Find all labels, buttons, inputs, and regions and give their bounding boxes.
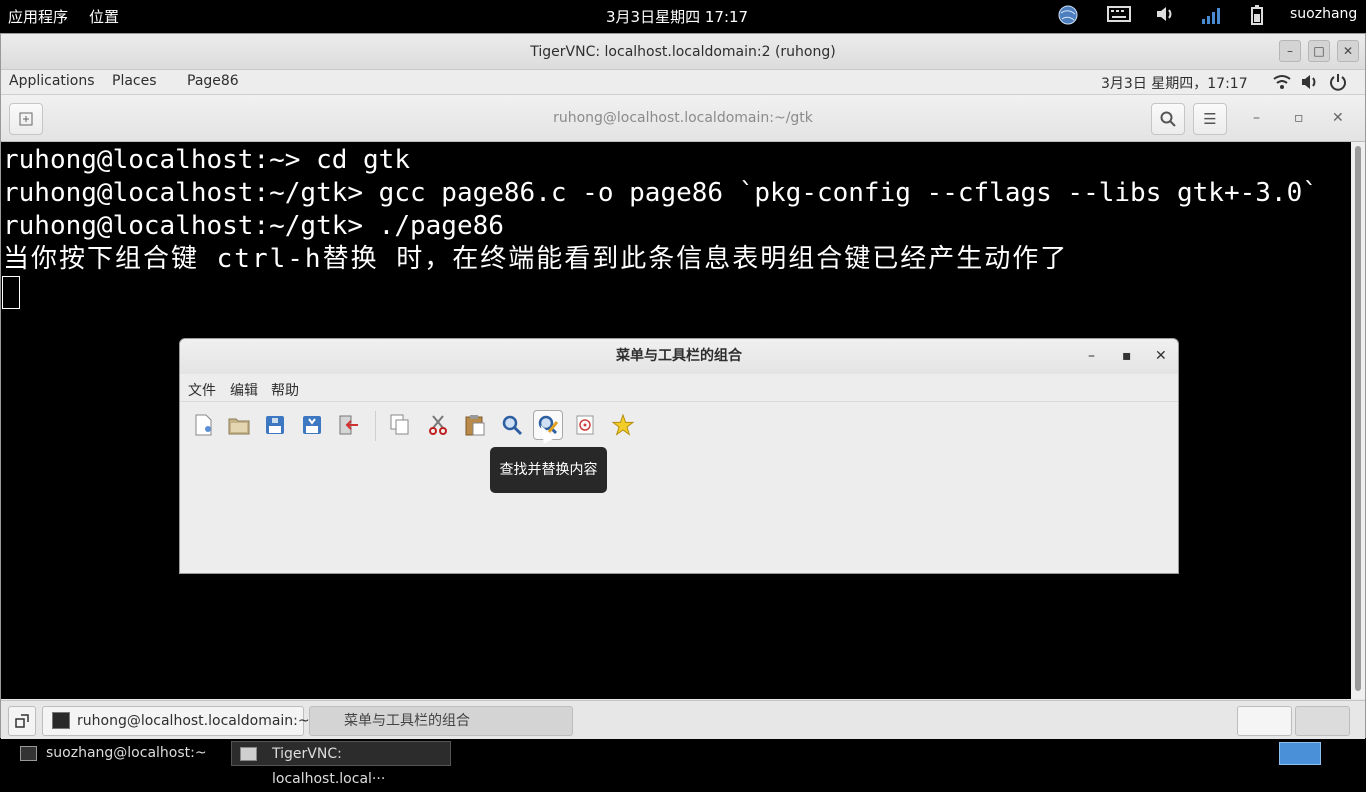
quit-icon[interactable] [334, 410, 364, 440]
vnc-title: TigerVNC: localhost.localdomain:2 (ruhon… [530, 44, 836, 60]
menu-file[interactable]: 文件 [188, 380, 216, 400]
search-icon[interactable] [1151, 103, 1185, 135]
save-icon[interactable] [260, 410, 290, 440]
terminal-maximize-button[interactable]: ▫ [1294, 110, 1304, 126]
host-top-bar: 应用程序 位置 3月3日星期四 17:17 suozhang [0, 0, 1366, 31]
select-all-icon[interactable] [570, 410, 600, 440]
menu-edit[interactable]: 编辑 [230, 380, 258, 400]
taskbar-app-item[interactable]: 菜单与工具栏的组合 [309, 706, 573, 736]
terminal-scrollbar[interactable] [1351, 142, 1365, 699]
about-star-icon[interactable] [608, 410, 638, 440]
app-maximize-button[interactable]: ▪ [1122, 339, 1132, 374]
app-toolbar [180, 405, 1178, 445]
volume-icon[interactable] [1155, 5, 1177, 25]
signal-strength-icon[interactable] [1201, 5, 1223, 25]
taskbar-terminal-label: ruhong@localhost.localdomain:~/... [77, 713, 328, 729]
keyboard-icon[interactable] [1107, 5, 1131, 25]
host-user-menu[interactable]: suozhang [1290, 6, 1357, 22]
app-titlebar[interactable]: 菜单与工具栏的组合 – ▪ ✕ [180, 339, 1178, 374]
terminal-line: ruhong@localhost:~/gtk> gcc page86.c -o … [3, 178, 1318, 208]
globe-icon[interactable] [1058, 5, 1080, 25]
cut-icon[interactable] [423, 410, 453, 440]
show-desktop-button[interactable] [8, 706, 36, 736]
taskbar-app-label: 菜单与工具栏的组合 [344, 713, 470, 729]
terminal-icon [52, 712, 70, 729]
app-minimize-button[interactable]: – [1088, 339, 1095, 374]
taskbar-terminal-item[interactable]: ruhong@localhost.localdomain:~/... [42, 706, 328, 736]
host-taskbar-terminal-label: suozhang@localhost:~ [46, 745, 207, 761]
terminal-icon [20, 746, 37, 761]
toolbar-separator [375, 411, 376, 441]
terminal-line: 当你按下组合键 ctrl-h替换 时，在终端能看到此条信息表明组合键已经产生动作… [3, 244, 1069, 274]
app-window: 菜单与工具栏的组合 – ▪ ✕ 文件 编辑 帮助 [179, 338, 1179, 574]
window-icon [240, 747, 257, 761]
host-clock[interactable]: 3月3日星期四 17:17 [606, 6, 748, 27]
wifi-icon[interactable] [1273, 74, 1291, 94]
workspace-2[interactable] [1295, 706, 1350, 736]
app-close-button[interactable]: ✕ [1155, 339, 1167, 374]
menu-help[interactable]: 帮助 [271, 380, 299, 400]
host-applications-menu[interactable]: 应用程序 [8, 6, 68, 27]
terminal-header-bar: ruhong@localhost.localdomain:~/gtk ☰ – ▫… [1, 95, 1365, 142]
guest-places-menu[interactable]: Places [112, 73, 157, 89]
hamburger-menu-icon[interactable]: ☰ [1193, 103, 1227, 135]
workspace-1[interactable] [1237, 706, 1292, 736]
vnc-close-button[interactable]: ✕ [1337, 40, 1359, 62]
open-folder-icon[interactable] [224, 410, 254, 440]
guest-top-panel: Applications Places Page86 3月3日 星期四，17:1… [1, 70, 1365, 95]
battery-icon[interactable] [1250, 5, 1272, 25]
vnc-minimize-button[interactable]: – [1279, 40, 1301, 62]
terminal-line: ruhong@localhost:~/gtk> ./page86 [3, 211, 504, 241]
host-workspace-switcher[interactable] [1279, 742, 1321, 765]
host-taskbar-vnc[interactable]: TigerVNC: localhost.local··· [231, 741, 451, 787]
guest-taskbar: ruhong@localhost.localdomain:~/... 菜单与工具… [1, 700, 1365, 739]
new-file-icon[interactable] [188, 410, 218, 440]
host-taskbar-vnc-label: TigerVNC: localhost.local··· [272, 746, 386, 787]
terminal-cursor [2, 276, 20, 309]
app-menubar: 文件 编辑 帮助 [180, 374, 1178, 402]
power-icon[interactable] [1329, 73, 1347, 95]
app-title: 菜单与工具栏的组合 [616, 348, 742, 364]
terminal-minimize-button[interactable]: – [1253, 110, 1260, 126]
terminal-close-button[interactable]: ✕ [1332, 110, 1344, 126]
host-places-menu[interactable]: 位置 [89, 6, 119, 27]
paste-icon[interactable] [460, 410, 490, 440]
tooltip: 查找并替换内容 [490, 447, 607, 493]
vnc-titlebar[interactable]: TigerVNC: localhost.localdomain:2 (ruhon… [1, 34, 1365, 70]
save-as-icon[interactable] [297, 410, 327, 440]
guest-clock[interactable]: 3月3日 星期四，17:17 [1101, 73, 1248, 93]
guest-app-menu[interactable]: Page86 [187, 73, 239, 89]
copy-icon[interactable] [385, 410, 415, 440]
guest-applications-menu[interactable]: Applications [9, 73, 95, 89]
vnc-maximize-button[interactable]: □ [1308, 40, 1330, 62]
terminal-line: ruhong@localhost:~> cd gtk [3, 145, 410, 175]
scrollbar-thumb[interactable] [1355, 146, 1361, 691]
guest-volume-icon[interactable] [1301, 74, 1319, 94]
host-taskbar-terminal[interactable]: suozhang@localhost:~ [6, 741, 226, 766]
host-taskbar: suozhang@localhost:~ TigerVNC: localhost… [0, 739, 1366, 787]
find-icon[interactable] [497, 410, 527, 440]
